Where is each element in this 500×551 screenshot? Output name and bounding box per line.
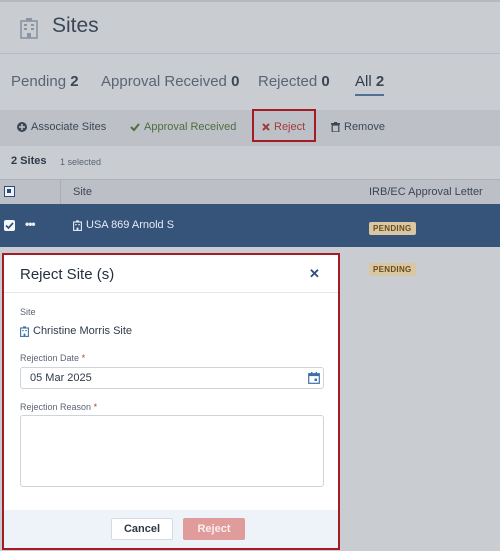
required-mark: * xyxy=(93,402,98,412)
table-header: Site IRB/EC Approval Letter xyxy=(0,179,500,205)
table-row[interactable]: ••• USA 869 Arnold S PENDING xyxy=(0,204,500,247)
reject-highlight xyxy=(252,109,316,142)
associate-sites-button[interactable]: Associate Sites xyxy=(17,121,106,133)
site-value: Christine Morris Site xyxy=(20,325,132,337)
rejection-date-label: Rejection Date * xyxy=(20,353,85,363)
select-all-checkbox[interactable] xyxy=(4,186,15,197)
status-badge: PENDING xyxy=(369,222,416,235)
dialog-title: Reject Site (s) xyxy=(20,266,115,283)
page-title: Sites xyxy=(52,14,99,37)
calendar-icon[interactable] xyxy=(308,372,320,384)
close-icon[interactable]: ✕ xyxy=(309,266,320,282)
building-icon xyxy=(20,17,38,44)
row-site: USA 869 Arnold S xyxy=(73,219,174,231)
required-mark: * xyxy=(81,353,86,363)
dialog-footer: Cancel Reject xyxy=(4,510,338,548)
label-text: Rejection Reason xyxy=(20,402,92,412)
tab-label: Approval Received xyxy=(101,73,227,90)
tab-count: 2 xyxy=(70,73,79,90)
selected-count: 1 selected xyxy=(60,157,102,167)
approval-label: Approval Received xyxy=(144,121,237,133)
tab-count: 0 xyxy=(231,73,240,90)
associate-label: Associate Sites xyxy=(31,121,107,133)
plus-circle-icon xyxy=(17,122,27,132)
label-text: Rejection Date xyxy=(20,353,80,363)
tab-approval-received[interactable]: Approval Received 0 xyxy=(101,73,239,90)
row-checkbox[interactable] xyxy=(4,220,15,231)
rejection-reason-field[interactable] xyxy=(20,415,324,487)
tab-count: 2 xyxy=(375,73,385,90)
column-irb: IRB/EC Approval Letter xyxy=(369,186,483,198)
rejection-date-field[interactable]: 05 Mar 2025 xyxy=(20,367,324,389)
site-name-text: Christine Morris Site xyxy=(33,325,133,337)
reject-site-dialog: Reject Site (s) ✕ Site Christine Morris … xyxy=(2,253,340,550)
status-tabs: Pending 2 Approval Received 0 Rejected 0… xyxy=(0,68,500,98)
confirm-reject-button[interactable]: Reject xyxy=(183,518,245,540)
column-divider xyxy=(60,180,61,205)
approval-received-button[interactable]: Approval Received xyxy=(130,121,236,133)
remove-button[interactable]: Remove xyxy=(331,121,385,133)
page-header: Sites xyxy=(0,2,500,54)
action-toolbar: Associate Sites Approval Received Reject… xyxy=(0,110,500,146)
tab-label: Rejected xyxy=(258,73,318,90)
tab-label: All xyxy=(355,73,372,90)
tab-all[interactable]: All 2 xyxy=(355,73,385,96)
tab-rejected[interactable]: Rejected 0 xyxy=(258,73,330,90)
dialog-header: Reject Site (s) ✕ xyxy=(4,255,338,293)
building-icon xyxy=(73,219,82,231)
row-site-name: USA 869 Arnold S xyxy=(86,219,175,231)
rejection-reason-label: Rejection Reason * xyxy=(20,402,97,412)
column-site: Site xyxy=(73,186,92,198)
check-icon xyxy=(5,222,14,230)
tab-count: 0 xyxy=(321,73,330,90)
building-icon xyxy=(20,325,29,337)
sites-count: 2 Sites xyxy=(11,155,47,167)
tab-pending[interactable]: Pending 2 xyxy=(11,73,79,90)
remove-label: Remove xyxy=(344,121,385,133)
tab-label: Pending xyxy=(11,73,67,90)
trash-icon xyxy=(331,122,340,132)
site-label: Site xyxy=(20,307,36,317)
status-badge: PENDING xyxy=(369,263,416,276)
cancel-button[interactable]: Cancel xyxy=(111,518,173,540)
more-icon[interactable]: ••• xyxy=(25,217,36,231)
check-icon xyxy=(130,123,140,132)
date-value: 05 Mar 2025 xyxy=(30,372,92,384)
